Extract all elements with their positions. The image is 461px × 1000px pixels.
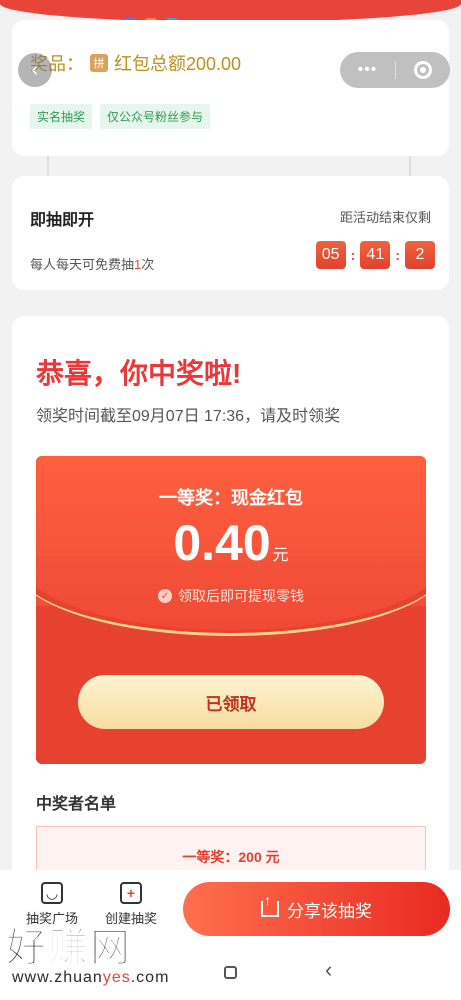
tag-real-name: 实名抽奖 [30,104,93,129]
more-icon: ••• [357,61,378,78]
claimed-button[interactable]: 已领取 [78,675,384,729]
header-banner [0,0,461,22]
watermark-url: www.zhuanyes.com [6,969,196,987]
prize-text: 红包总额200.00 [114,54,242,74]
countdown-minutes: 41 [360,241,391,269]
amount-value: 0.40 [173,515,271,571]
close-circle-icon [414,61,432,79]
draw-subtitle: 每人每天可免费抽1次 [30,254,154,273]
prize-amount: 0.40 元 [36,514,426,572]
win-title: 恭喜，你中奖啦! [36,358,242,389]
countdown-seconds: 2 [405,241,435,269]
gift-box-icon: ◡ [41,882,63,904]
red-envelope: 一等奖：现金红包 0.40 元 ✓ 领取后即可提现零钱 已领取 [36,456,426,764]
amount-unit: 元 [272,547,289,564]
draw-subtitle-suffix: 次 [141,257,155,272]
withdraw-note: ✓ 领取后即可提现零钱 [36,586,426,606]
draw-card: 即抽即开 每人每天可免费抽1次 距活动结束仅剩 05 : 41 : 2 [12,176,449,290]
prize-line: 奖品： 拼 红包总额200.00 [30,50,241,76]
countdown-timer: 05 : 41 : 2 [315,241,435,269]
countdown-hours: 05 [315,241,346,269]
withdraw-note-text: 领取后即可提现零钱 [178,588,304,604]
add-square-icon: + [120,882,142,904]
share-icon [261,892,279,917]
watermark-url-pre: www.zhuan [12,969,103,986]
countdown-colon: : [350,247,356,263]
prize-card: 奖品： 拼 红包总额200.00 实名抽奖 仅公众号粉丝参与 [12,20,449,156]
back-button[interactable]: ‹ [18,53,52,87]
countdown-label: 距活动结束仅剩 [339,210,431,225]
draw-title: 即抽即开 [30,212,95,229]
share-label: 分享该抽奖 [287,901,372,921]
result-card: 恭喜，你中奖啦! 领奖时间截至09月07日 17:36，请及时领奖 一等奖：现金… [12,316,449,916]
close-miniprogram-button[interactable] [396,61,450,79]
tag-list: 实名抽奖 仅公众号粉丝参与 [30,104,211,129]
prize-tier: 一等奖：现金红包 [159,488,303,508]
winners-row: 一等奖：200 元 [182,849,280,865]
miniprogram-capsule: ••• [340,52,450,88]
tag-fans-only: 仅公众号粉丝参与 [100,104,211,129]
check-icon: ✓ [158,589,172,603]
home-square-icon[interactable] [224,966,237,979]
watermark-url-post: .com [130,969,170,986]
system-back-icon[interactable]: ‹ [325,957,332,983]
pinduoduo-icon: 拼 [90,54,108,72]
countdown-colon: : [395,247,400,263]
site-watermark: 好赚网 www.zhuanyes.com [6,915,196,987]
more-button[interactable]: ••• [340,61,395,79]
claim-deadline: 领奖时间截至09月07日 17:36，请及时领奖 [36,408,341,425]
draw-subtitle-prefix: 每人每天可免费抽 [30,257,135,272]
watermark-url-hl: yes [102,969,131,986]
winners-title: 中奖者名单 [36,796,117,813]
chevron-left-icon: ‹ [31,58,39,81]
watermark-logo: 好赚网 [6,926,132,971]
share-lottery-button[interactable]: 分享该抽奖 [183,882,450,936]
